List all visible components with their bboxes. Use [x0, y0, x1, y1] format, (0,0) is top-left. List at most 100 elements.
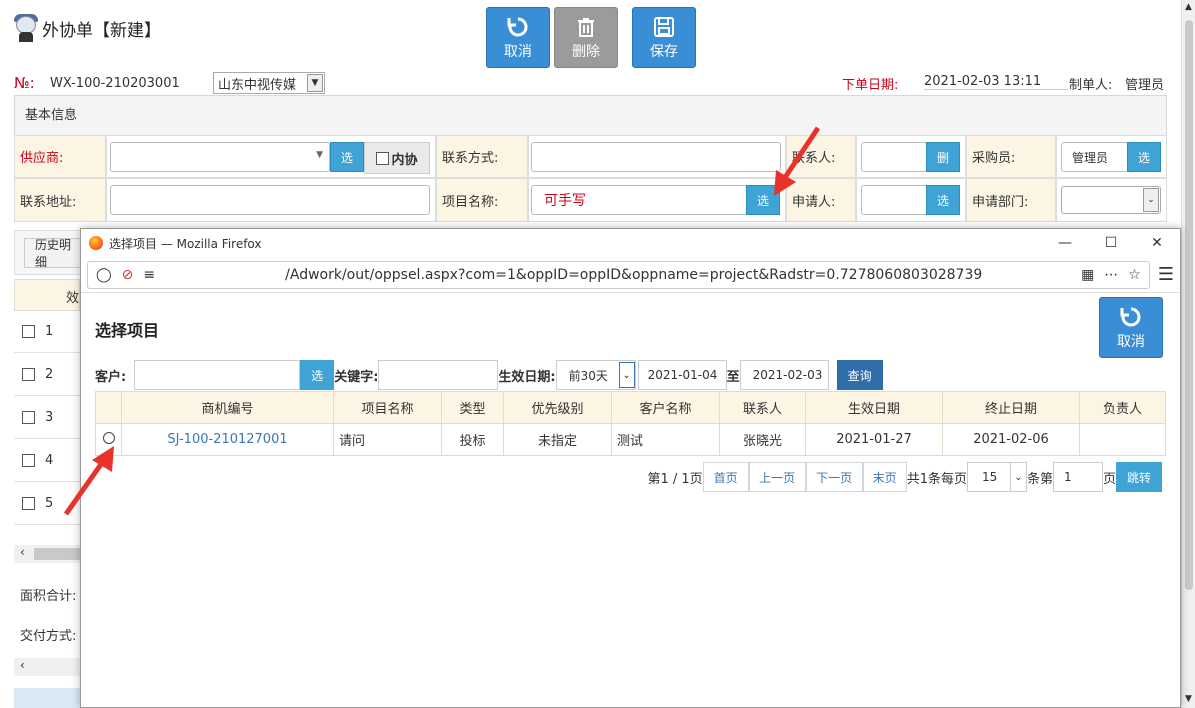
annotation-arrow-icon [774, 126, 821, 196]
star-icon[interactable]: ☆ [1128, 267, 1141, 283]
col-header: 客户名称 [611, 391, 720, 424]
internal-checkbox[interactable] [376, 151, 390, 165]
page-vscroll[interactable]: ▲ ▼ [1181, 0, 1195, 708]
filter-bar: 客户: 选 关键字: 生效日期: 前30天 ⌄ 2021-01-04 至 2021… [95, 360, 883, 390]
shield-icon[interactable]: ◯ [96, 267, 112, 283]
end-date-cell: 2021-02-06 [942, 423, 1080, 456]
goto-page-input[interactable]: 1 [1052, 462, 1103, 492]
delete-button[interactable]: 删除 [554, 7, 618, 68]
project-name-cell: 请问 [333, 423, 442, 456]
keyword-input[interactable] [378, 360, 499, 390]
buyer-select-button[interactable]: 选 [1127, 142, 1161, 172]
contact-method-input[interactable] [531, 142, 781, 172]
internal-checkbox-wrap[interactable]: 内协 [364, 142, 430, 174]
goto-suffix: 页 [1102, 471, 1116, 487]
prev-page-button[interactable]: 上一页 [748, 462, 806, 492]
pager: 第1 / 1页 首页 上一页 下一页 末页 共1条每页 15 ⌄ 条第 1 页 跳… [647, 462, 1162, 492]
chevron-down-icon: ⌄ [618, 362, 635, 388]
page-title-wrap: 外协单【新建】 [14, 14, 161, 42]
row-checkbox[interactable] [22, 368, 35, 381]
firefox-popup-window: 选择项目 — Mozilla Firefox — ☐ ✕ ◯ ⊘ ≡ /Adwo… [80, 228, 1181, 708]
permissions-icon[interactable]: ≡ [143, 267, 155, 283]
row-checkbox[interactable] [22, 454, 35, 467]
page-title: 外协单【新建】 [42, 20, 161, 41]
undo-icon [507, 17, 528, 36]
col-header: 优先级别 [503, 391, 612, 424]
page-size-select[interactable]: 15 ⌄ [966, 462, 1027, 492]
save-button[interactable]: 保存 [632, 7, 696, 68]
goto-prefix: 条第 [1026, 471, 1053, 487]
applicant-input[interactable] [861, 185, 927, 215]
row-index: 2 [45, 367, 54, 382]
query-button[interactable]: 查询 [836, 360, 883, 390]
table-row[interactable]: 2 [14, 354, 80, 396]
next-page-button[interactable]: 下一页 [805, 462, 863, 492]
scroll-thumb[interactable] [34, 548, 80, 560]
url-text[interactable]: /Adwork/out/oppsel.aspx?com=1&oppID=oppI… [285, 267, 982, 283]
buyer-label: 采购员: [966, 135, 1056, 178]
project-input[interactable]: 可手写 [531, 185, 747, 215]
area-total-label: 面积合计: [20, 589, 77, 604]
left-hscroll-2[interactable]: ‹ [14, 658, 80, 676]
applicant-select-button[interactable]: 选 [926, 185, 960, 215]
popup-cancel-button[interactable]: 取消 [1099, 297, 1163, 358]
contact-person-delete-button[interactable]: 删 [926, 142, 960, 172]
date-range-select[interactable]: 前30天 ⌄ [555, 360, 636, 390]
supplier-select-button[interactable]: 选 [330, 142, 364, 172]
keyword-label: 关键字: [334, 369, 379, 385]
mic-blocked-icon[interactable]: ⊘ [122, 267, 134, 283]
date-range-value: 前30天 [568, 368, 608, 383]
total-label: 共1条每页 [906, 471, 967, 487]
table-row[interactable]: 1 [14, 311, 80, 353]
first-page-button[interactable]: 首页 [702, 462, 749, 492]
creator-value: 管理员 [1125, 78, 1165, 93]
project-table: 商机编号 项目名称 类型 优先级别 客户名称 联系人 生效日期 终止日期 负责人… [95, 391, 1166, 456]
date-from-input[interactable]: 2021-01-04 [637, 360, 727, 390]
address-input[interactable] [110, 185, 430, 215]
last-page-button[interactable]: 末页 [862, 462, 907, 492]
supplier-input[interactable]: ▼ [110, 142, 330, 172]
close-icon[interactable]: ✕ [1134, 235, 1180, 251]
contact-person-input[interactable] [861, 142, 927, 172]
col-header: 联系人 [719, 391, 806, 424]
row-checkbox[interactable] [22, 497, 35, 510]
url-box[interactable]: ◯ ⊘ ≡ /Adwork/out/oppsel.aspx?com=1&oppI… [87, 260, 1150, 289]
row-checkbox[interactable] [22, 411, 35, 424]
row-index: 4 [45, 453, 54, 468]
page-info: 第1 / 1页 [647, 471, 703, 487]
company-select[interactable]: 山东中视传媒 ▼ [213, 72, 325, 94]
scroll-thumb[interactable] [1185, 20, 1193, 590]
company-select-value: 山东中视传媒 [218, 77, 297, 93]
menu-icon[interactable]: ☰ [1158, 264, 1174, 285]
customer-cell: 测试 [611, 423, 720, 456]
buyer-input[interactable]: 管理员 [1061, 142, 1129, 172]
col-header: 负责人 [1079, 391, 1166, 424]
maximize-icon[interactable]: ☐ [1088, 235, 1134, 251]
col-header: 商机编号 [121, 391, 334, 424]
annotation-arrow-icon [63, 446, 114, 516]
cancel-button[interactable]: 取消 [486, 7, 550, 68]
jump-button[interactable]: 跳转 [1116, 462, 1162, 492]
minimize-icon[interactable]: — [1042, 235, 1088, 251]
table-row[interactable]: 3 [14, 397, 80, 439]
order-date-value[interactable]: 2021-02-03 13:11 [924, 74, 1068, 90]
left-hscroll[interactable]: ‹ [14, 545, 80, 563]
dialog-title: 选择项目 [95, 321, 160, 340]
customer-input[interactable] [134, 360, 301, 390]
date-to-input[interactable]: 2021-02-03 [739, 360, 829, 390]
opp-no-link[interactable]: SJ-100-210127001 [121, 423, 334, 456]
date-label: 生效日期: [498, 369, 556, 385]
creator-label: 制单人: [1069, 78, 1113, 93]
table-row[interactable]: SJ-100-210127001 请问 投标 未指定 测试 张晓光 2021-0… [95, 423, 1166, 456]
row-checkbox[interactable] [22, 325, 35, 338]
delivery-label: 交付方式: [20, 629, 77, 644]
history-button[interactable]: 历史明细 [24, 238, 82, 269]
row-index: 1 [45, 324, 54, 339]
qr-code-icon[interactable]: ▦ [1081, 267, 1094, 283]
more-icon[interactable]: ⋯ [1104, 267, 1118, 283]
owner-cell [1079, 423, 1166, 456]
customer-select-button[interactable]: 选 [300, 360, 335, 390]
col-header: 终止日期 [942, 391, 1080, 424]
dept-select[interactable]: ⌄ [1061, 186, 1161, 214]
internal-label: 内协 [391, 152, 418, 168]
